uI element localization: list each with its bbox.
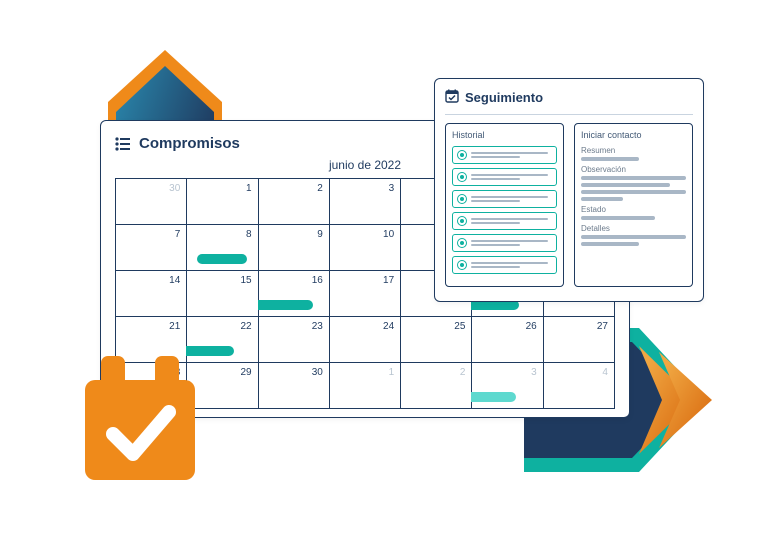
calendar-cell[interactable]: 3 xyxy=(330,179,401,225)
history-item[interactable] xyxy=(452,234,557,252)
placeholder-bar xyxy=(471,262,548,264)
tracking-title: Seguimiento xyxy=(465,90,543,105)
calendar-cell[interactable]: 7 xyxy=(116,225,187,271)
calendar-title: Compromisos xyxy=(139,135,240,152)
placeholder-bar xyxy=(581,216,655,220)
placeholder-bar xyxy=(471,156,520,158)
radio-icon xyxy=(457,194,467,204)
calendar-check-icon xyxy=(445,89,459,106)
history-column: Historial xyxy=(445,123,564,287)
radio-icon xyxy=(457,260,467,270)
calendar-cell[interactable]: 30 xyxy=(116,179,187,225)
estado-label: Estado xyxy=(581,205,686,214)
history-item[interactable] xyxy=(452,212,557,230)
calendar-cell[interactable]: 30 xyxy=(259,363,330,409)
contact-column: Iniciar contacto Resumen Observación Est… xyxy=(574,123,693,287)
placeholder-bar xyxy=(471,174,548,176)
placeholder-bar xyxy=(471,218,548,220)
placeholder-bar xyxy=(471,178,520,180)
calendar-cell[interactable]: 2 xyxy=(401,363,472,409)
calendar-cell[interactable]: 26 xyxy=(472,317,543,363)
history-item[interactable] xyxy=(452,256,557,274)
calendar-cell[interactable]: 1 xyxy=(330,363,401,409)
placeholder-bar xyxy=(471,244,520,246)
calendar-event[interactable] xyxy=(471,392,516,402)
calendar-cell[interactable]: 14 xyxy=(116,271,187,317)
placeholder-bar xyxy=(471,240,548,242)
calendar-cell[interactable]: 27 xyxy=(544,317,615,363)
placeholder-bar xyxy=(581,183,670,187)
placeholder-bar xyxy=(471,266,520,268)
detalles-label: Detalles xyxy=(581,224,686,233)
placeholder-bar xyxy=(581,157,639,161)
calendar-event[interactable] xyxy=(197,254,247,264)
placeholder-bar xyxy=(471,200,520,202)
radio-icon xyxy=(457,216,467,226)
placeholder-bar xyxy=(471,152,548,154)
history-title: Historial xyxy=(452,130,557,140)
history-item[interactable] xyxy=(452,190,557,208)
placeholder-bar xyxy=(471,222,520,224)
calendar-cell[interactable]: 3 xyxy=(472,363,543,409)
calendar-event[interactable] xyxy=(258,300,313,310)
observacion-label: Observación xyxy=(581,165,686,174)
calendar-check-badge-icon xyxy=(75,350,205,490)
calendar-cell[interactable]: 10 xyxy=(330,225,401,271)
calendar-cell[interactable]: 2 xyxy=(259,179,330,225)
calendar-cell[interactable]: 9 xyxy=(259,225,330,271)
radio-icon xyxy=(457,238,467,248)
contact-title: Iniciar contacto xyxy=(581,130,686,140)
list-icon xyxy=(115,137,131,156)
radio-icon xyxy=(457,150,467,160)
tracking-card: Seguimiento Historial Iniciar contacto R… xyxy=(434,78,704,302)
placeholder-bar xyxy=(581,176,686,180)
placeholder-bar xyxy=(471,196,548,198)
history-item[interactable] xyxy=(452,146,557,164)
calendar-cell[interactable]: 24 xyxy=(330,317,401,363)
placeholder-bar xyxy=(581,242,639,246)
calendar-cell[interactable]: 17 xyxy=(330,271,401,317)
calendar-cell[interactable]: 1 xyxy=(187,179,258,225)
calendar-cell[interactable]: 25 xyxy=(401,317,472,363)
calendar-cell[interactable]: 15 xyxy=(187,271,258,317)
calendar-cell[interactable]: 16 xyxy=(259,271,330,317)
calendar-cell[interactable]: 4 xyxy=(544,363,615,409)
history-item[interactable] xyxy=(452,168,557,186)
placeholder-bar xyxy=(581,190,686,194)
placeholder-bar xyxy=(581,197,623,201)
calendar-cell[interactable]: 8 xyxy=(187,225,258,271)
calendar-cell[interactable]: 23 xyxy=(259,317,330,363)
radio-icon xyxy=(457,172,467,182)
placeholder-bar xyxy=(581,235,686,239)
resumen-label: Resumen xyxy=(581,146,686,155)
